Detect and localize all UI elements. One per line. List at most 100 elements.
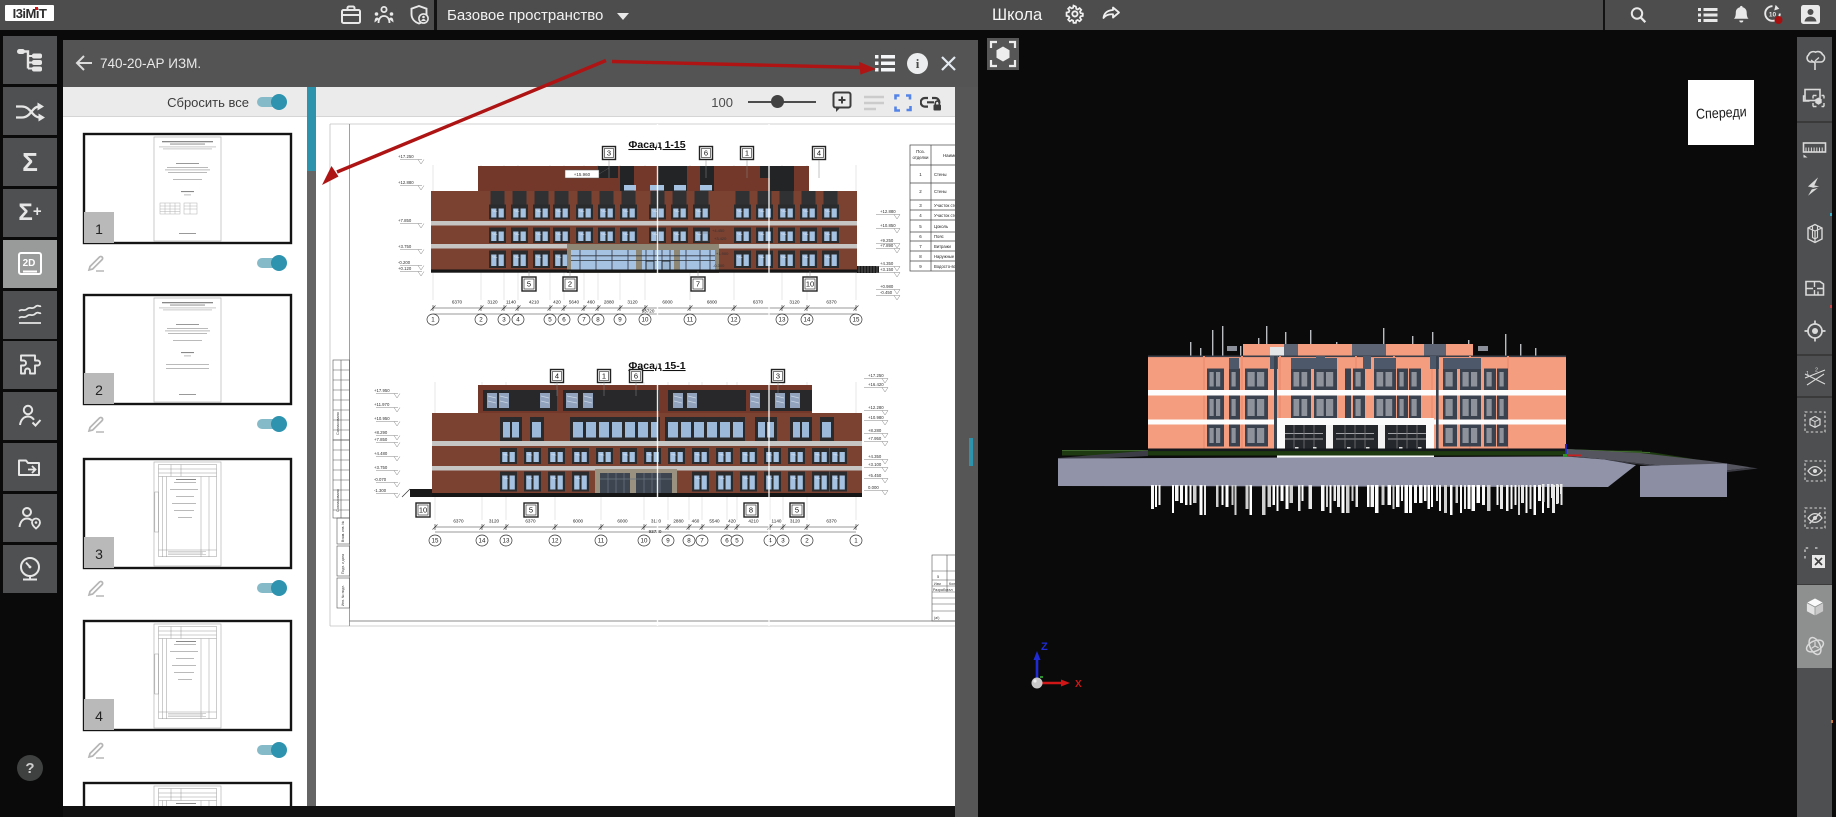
svg-text:Стены: Стены (934, 189, 947, 194)
svg-text:Витражи: Витражи (934, 244, 952, 249)
svg-text:4: 4 (555, 372, 559, 381)
svg-text:460: 460 (587, 300, 595, 305)
svg-text:Наружные д: Наружные д (934, 254, 955, 259)
svg-text:Поз.: Поз. (916, 149, 925, 154)
svg-text:Цоколь: Цоколь (934, 224, 949, 229)
svg-text:+4.450: +4.450 (712, 228, 725, 233)
svg-text:6000: 6000 (617, 519, 628, 524)
svg-text:Согласовано: Согласовано (336, 489, 340, 512)
svg-text:+17.250: +17.250 (868, 373, 884, 378)
svg-text:5: 5 (529, 506, 533, 515)
svg-text:+10.980: +10.980 (868, 415, 884, 420)
svg-text:9: 9 (666, 538, 670, 545)
svg-text:6370: 6370 (453, 519, 464, 524)
svg-text:Кол.: Кол. (949, 582, 955, 586)
svg-text:+7.850: +7.850 (374, 437, 388, 442)
svg-text:420: 420 (728, 519, 736, 524)
svg-text:6000: 6000 (662, 300, 673, 305)
svg-text:8: 8 (596, 317, 600, 324)
svg-text:13: 13 (779, 317, 786, 324)
svg-text:1: 1 (854, 538, 858, 545)
svg-text:5540: 5540 (709, 519, 720, 524)
svg-text:6: 6 (634, 372, 638, 381)
svg-text:2: 2 (568, 280, 572, 289)
svg-text:+7.950: +7.950 (868, 436, 882, 441)
svg-text:Пояс: Пояс (934, 234, 944, 239)
svg-text:8: 8 (687, 538, 691, 545)
svg-text:6370: 6370 (452, 300, 463, 305)
svg-text:3: 3 (776, 372, 780, 381)
svg-text:4: 4 (516, 317, 520, 324)
svg-text:14: 14 (804, 317, 811, 324)
svg-text:2: 2 (95, 382, 103, 398)
svg-text:+3.420: +3.420 (714, 236, 727, 241)
svg-text:5640: 5640 (569, 300, 580, 305)
svg-text:+10.850: +10.850 (880, 223, 896, 228)
svg-text:+4.350: +4.350 (868, 454, 882, 459)
svg-text:+7.890: +7.890 (880, 243, 894, 248)
svg-text:-0.450: -0.450 (880, 290, 893, 295)
svg-text:Разработал: Разработал (933, 588, 953, 592)
svg-text:13: 13 (503, 538, 510, 545)
svg-text:3: 3 (95, 546, 103, 562)
svg-text:10: 10 (641, 538, 648, 545)
svg-text:2: 2 (1815, 368, 1818, 374)
svg-text:9: 9 (618, 317, 622, 324)
svg-text:2D: 2D (23, 258, 36, 269)
svg-text:Z: Z (1041, 641, 1048, 653)
svg-text:Инв. № подл.: Инв. № подл. (341, 585, 345, 606)
svg-text:+12.280: +12.280 (868, 405, 884, 410)
svg-text:0.000: 0.000 (868, 485, 879, 490)
svg-text:4210: 4210 (529, 300, 540, 305)
svg-text:1: 1 (431, 317, 435, 324)
svg-text:+8.290: +8.290 (374, 430, 388, 435)
svg-text:3120: 3120 (487, 300, 498, 305)
svg-text:Взам. инв. №: Взам. инв. № (341, 521, 345, 542)
svg-text:7: 7 (582, 317, 586, 324)
svg-text:6370: 6370 (753, 300, 764, 305)
svg-text:5: 5 (548, 317, 552, 324)
svg-text:10: 10 (1769, 12, 1777, 19)
svg-text:6: 6 (725, 538, 729, 545)
svg-text:Изм: Изм (934, 582, 941, 586)
svg-text:10: 10 (419, 506, 427, 515)
svg-text:+4.480: +4.480 (374, 451, 388, 456)
svg-text:-0.070: -0.070 (374, 477, 387, 482)
svg-text:3120: 3120 (790, 519, 801, 524)
svg-text:15: 15 (432, 538, 439, 545)
svg-text:X: X (1075, 679, 1082, 690)
svg-text:460: 460 (692, 519, 700, 524)
svg-text:1140: 1140 (506, 300, 516, 305)
svg-text:+8.280: +8.280 (868, 428, 882, 433)
svg-text:4: 4 (95, 708, 103, 724)
svg-text:420: 420 (553, 300, 561, 305)
svg-text:6370: 6370 (826, 519, 837, 524)
svg-text:11: 11 (598, 538, 605, 545)
svg-text:Стены: Стены (934, 172, 947, 177)
svg-text:10: 10 (642, 317, 649, 324)
svg-text:3120: 3120 (627, 300, 638, 305)
svg-text:1: 1 (602, 372, 606, 381)
svg-text:+1.900: +1.900 (716, 251, 729, 256)
svg-text:7: 7 (700, 538, 704, 545)
svg-text:Подп. и дата: Подп. и дата (341, 554, 345, 574)
svg-text:93720: 93720 (649, 529, 662, 534)
svg-text:+16.420: +16.420 (868, 382, 884, 387)
svg-text:1: 1 (95, 221, 103, 237)
svg-text:2: 2 (805, 538, 809, 545)
svg-text:6: 6 (562, 317, 566, 324)
svg-text:6370: 6370 (826, 300, 837, 305)
svg-text:+10.950: +10.950 (374, 416, 390, 421)
svg-text:15: 15 (853, 317, 860, 324)
svg-text:-0.300: -0.300 (713, 263, 725, 268)
svg-text:Согласовано: Согласовано (336, 412, 340, 435)
svg-text:7: 7 (696, 280, 700, 289)
svg-text:+4.350: +4.350 (880, 261, 894, 266)
svg-text:12: 12 (552, 538, 559, 545)
svg-text:14: 14 (479, 538, 486, 545)
svg-text:Участок сте: Участок сте (934, 213, 955, 218)
svg-text:-0.200: -0.200 (398, 260, 411, 265)
svg-text:2880: 2880 (673, 519, 684, 524)
svg-text:3120: 3120 (651, 519, 662, 524)
svg-text:2880: 2880 (604, 300, 615, 305)
